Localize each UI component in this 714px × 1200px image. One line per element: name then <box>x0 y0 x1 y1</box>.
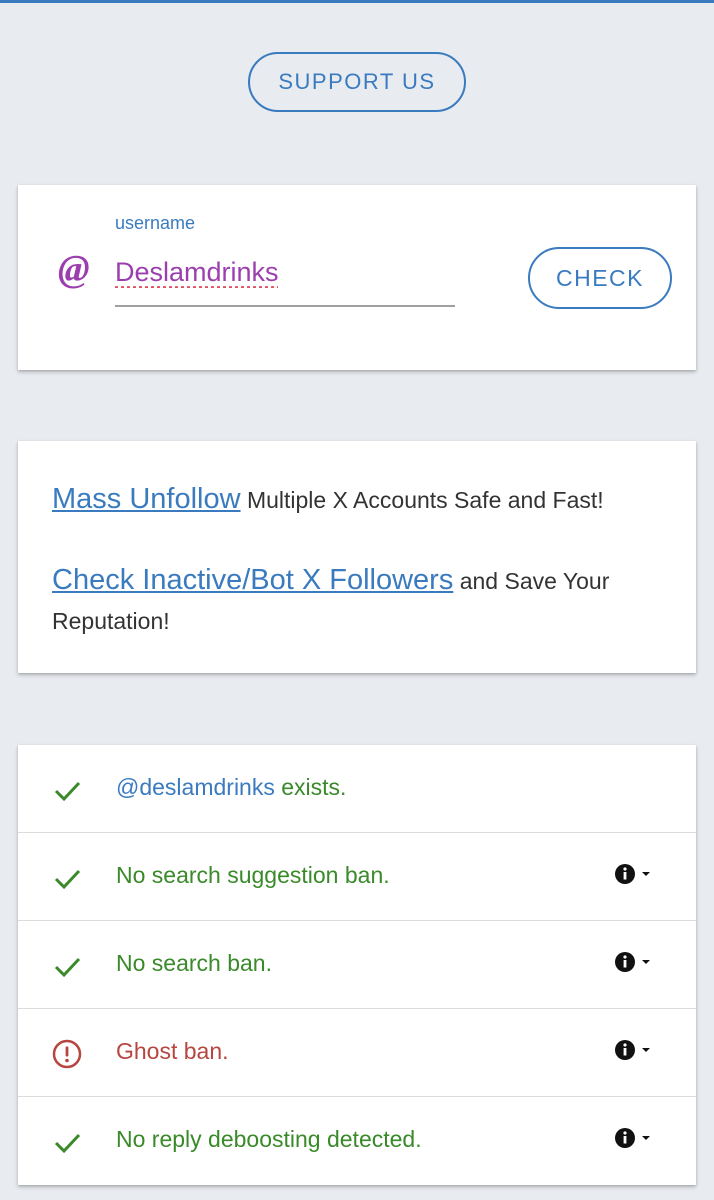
info-icon <box>615 1128 635 1148</box>
info-dropdown-toggle[interactable] <box>614 1123 672 1153</box>
username-input[interactable] <box>115 249 455 307</box>
mass-unfollow-link[interactable]: Mass Unfollow <box>52 483 241 515</box>
info-dropdown-toggle[interactable] <box>614 1035 672 1065</box>
results-card: @deslamdrinks exists. No search suggesti… <box>18 745 696 1185</box>
username-card: @ username CHECK <box>18 185 696 370</box>
info-icon <box>615 864 635 884</box>
result-text: @deslamdrinks exists. <box>116 774 347 800</box>
result-row-search-suggestion-ban: No search suggestion ban. <box>18 833 696 921</box>
info-dropdown-toggle[interactable] <box>614 859 672 889</box>
check-icon <box>54 781 81 802</box>
result-text: Ghost ban. <box>116 1038 229 1064</box>
caret-down-icon <box>642 960 650 964</box>
check-button[interactable]: CHECK <box>528 247 672 309</box>
username-label: username <box>115 213 196 233</box>
caret-down-icon <box>642 872 650 876</box>
result-text: No reply deboosting detected. <box>116 1126 422 1152</box>
promo-inactive-followers: Check Inactive/Bot X Followers and Save … <box>52 560 662 641</box>
check-icon <box>54 869 81 890</box>
info-dropdown-toggle[interactable] <box>614 947 672 977</box>
result-row-search-ban: No search ban. <box>18 921 696 1009</box>
result-text: No search ban. <box>116 950 272 976</box>
top-accent-line <box>0 0 714 3</box>
support-us-button[interactable]: SUPPORT US <box>248 52 466 112</box>
promo-card: Mass Unfollow Multiple X Accounts Safe a… <box>18 441 696 673</box>
result-text: No search suggestion ban. <box>116 862 390 888</box>
check-inactive-followers-link[interactable]: Check Inactive/Bot X Followers <box>52 564 453 596</box>
info-icon <box>615 952 635 972</box>
alert-circle-icon <box>52 1039 82 1069</box>
promo-text: Multiple X Accounts Safe and Fast! <box>246 487 604 513</box>
at-sign-icon: @ <box>58 248 90 290</box>
promo-mass-unfollow: Mass Unfollow Multiple X Accounts Safe a… <box>52 479 662 520</box>
caret-down-icon <box>642 1048 650 1052</box>
check-icon <box>54 957 81 978</box>
result-row-ghost-ban: Ghost ban. <box>18 1009 696 1097</box>
caret-down-icon <box>642 1136 650 1140</box>
username-handle: @deslamdrinks <box>116 774 275 800</box>
check-icon <box>54 1133 81 1154</box>
info-icon <box>615 1040 635 1060</box>
result-row-reply-deboosting: No reply deboosting detected. <box>18 1097 696 1185</box>
result-row-exists: @deslamdrinks exists. <box>18 745 696 833</box>
